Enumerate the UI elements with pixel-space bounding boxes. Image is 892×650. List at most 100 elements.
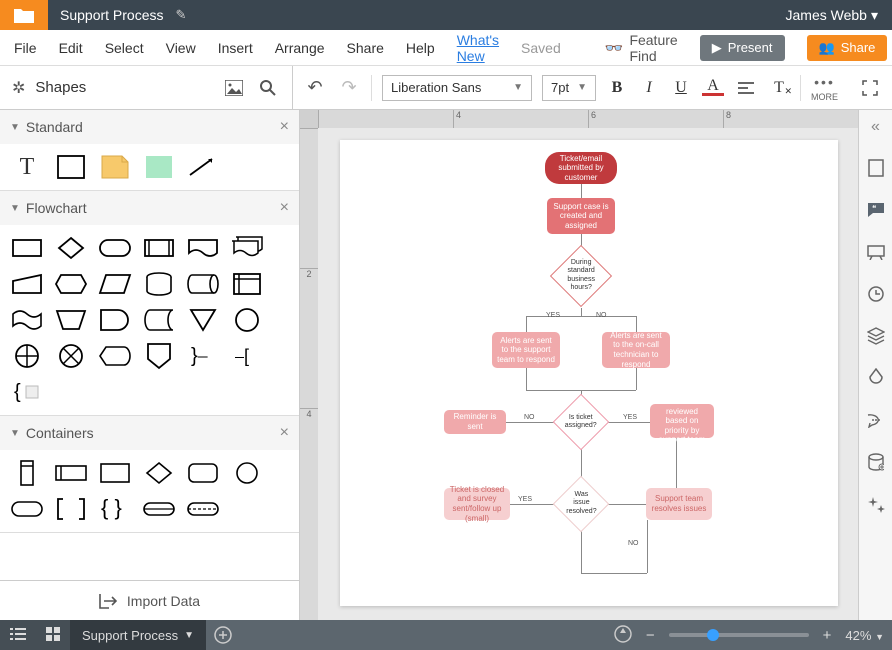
shape-note[interactable] [98,154,132,180]
section-header-flowchart[interactable]: ▼ Flowchart × [0,191,299,225]
shape-pill-dash1[interactable] [142,496,176,522]
collapse-rail-icon[interactable]: « [871,118,880,136]
menu-select[interactable]: Select [105,40,144,56]
shape-cont-round[interactable] [186,460,220,486]
bold-button[interactable]: B [606,79,628,97]
present-button[interactable]: ▶ Present [700,35,785,61]
shape-cont-pill[interactable] [10,496,44,522]
node-decision[interactable]: During standard business hours? [550,245,612,307]
node-process[interactable]: Support team resolves issues [646,488,712,520]
target-icon[interactable] [606,625,640,646]
menu-edit[interactable]: Edit [59,40,83,56]
section-header-containers[interactable]: ▼ Containers × [0,416,299,450]
menu-whats-new[interactable]: What's New [457,32,499,64]
node-process[interactable]: Alerts are sent to the on-call technicia… [602,332,670,368]
zoom-in-button[interactable]: + [817,627,838,644]
presentation-icon[interactable] [866,242,886,262]
menu-insert[interactable]: Insert [218,40,253,56]
node-process[interactable]: Alerts are sent to the support team to r… [492,332,560,368]
menu-share[interactable]: Share [347,40,384,56]
shape-display[interactable] [98,343,132,369]
italic-button[interactable]: I [638,79,660,97]
shape-data[interactable] [98,271,132,297]
shape-or[interactable] [10,343,44,369]
shape-brackets[interactable] [54,496,88,522]
menu-file[interactable]: File [14,40,37,56]
zoom-thumb[interactable] [707,629,719,641]
shape-paper-tape[interactable] [10,307,44,333]
shape-direct-data[interactable] [186,271,220,297]
fullscreen-icon[interactable] [858,76,882,100]
close-section-icon[interactable]: × [280,199,289,217]
shape-document[interactable] [186,235,220,261]
shape-connector[interactable] [230,307,264,333]
zoom-slider[interactable] [669,633,809,637]
node-process[interactable]: Reminder is sent [444,410,506,434]
menu-view[interactable]: View [166,40,196,56]
node-process[interactable]: Support case is created and assigned [547,198,615,234]
shape-swimlane-h[interactable] [54,460,88,486]
shape-delay[interactable] [98,307,132,333]
shape-sum[interactable] [54,343,88,369]
menu-help[interactable]: Help [406,40,435,56]
shape-database[interactable] [142,271,176,297]
node-terminator[interactable]: Ticket/email submitted by customer [545,152,617,184]
shape-block[interactable] [54,154,88,180]
shape-manual-input[interactable] [10,271,44,297]
list-view-icon[interactable] [10,627,26,644]
shape-merge[interactable] [186,307,220,333]
shape-cont-rect[interactable] [98,460,132,486]
shape-cont-diamond[interactable] [142,460,176,486]
chat-icon[interactable] [866,410,886,430]
shape-terminator[interactable] [98,235,132,261]
image-library-icon[interactable] [222,76,246,100]
close-section-icon[interactable]: × [280,118,289,136]
shape-swimlane-v[interactable] [10,460,44,486]
menu-arrange[interactable]: Arrange [275,40,325,56]
align-button[interactable] [734,76,758,100]
more-tools-button[interactable]: ••• MORE [811,74,838,102]
font-family-select[interactable]: Liberation Sans ▼ [382,75,532,101]
shape-hotspot[interactable] [142,154,176,180]
undo-icon[interactable]: ↶ [303,76,327,100]
page-tab[interactable]: Support Process ▼ [70,620,206,650]
node-decision[interactable]: Is ticket assigned? [553,394,610,451]
canvas[interactable]: 468 24 YES [300,110,858,620]
document-title[interactable]: Support Process [48,7,176,23]
share-button[interactable]: 👥 Share [807,35,888,61]
shape-brace-right[interactable]: }⎯ [186,343,220,369]
add-page-button[interactable] [206,620,240,650]
search-shapes-icon[interactable] [256,76,280,100]
page[interactable]: YES NO NO YES YES NO Ticket/email submit… [340,140,838,606]
shape-brace-left[interactable]: { [10,379,44,405]
paint-icon[interactable] [866,368,886,388]
redo-icon[interactable]: ↷ [337,76,361,100]
comment-icon[interactable]: ❝ [866,200,886,220]
edit-title-icon[interactable]: ✎ [176,7,187,23]
history-icon[interactable] [866,284,886,304]
sparkle-icon[interactable] [866,494,886,514]
import-data-button[interactable]: Import Data [0,580,299,620]
underline-button[interactable]: U [670,79,692,97]
node-process[interactable]: Ticket is closed and survey sent/follow … [444,488,510,520]
user-menu[interactable]: James Webb ▾ [772,7,892,24]
shape-internal-storage[interactable] [230,271,264,297]
shape-pill-dash2[interactable] [186,496,220,522]
shape-note-annotation[interactable]: ⎯[ [230,343,264,369]
shape-preparation[interactable] [54,271,88,297]
shape-stored-data[interactable] [142,307,176,333]
folder-icon[interactable] [0,0,48,30]
shape-text[interactable]: T [10,154,44,180]
font-size-select[interactable]: 7pt ▼ [542,75,596,101]
zoom-level[interactable]: 42% ▼ [837,628,892,643]
shape-multidoc[interactable] [230,235,264,261]
shape-line[interactable] [186,154,220,180]
gear-icon[interactable]: ✲ [12,78,25,98]
grid-view-icon[interactable] [46,627,60,644]
layers-icon[interactable] [866,326,886,346]
shape-predefined[interactable] [142,235,176,261]
clear-format-button[interactable]: T✕ [768,79,790,97]
zoom-out-button[interactable]: − [640,627,661,644]
shape-process[interactable] [10,235,44,261]
node-decision[interactable]: Was issue resolved? [553,476,610,533]
